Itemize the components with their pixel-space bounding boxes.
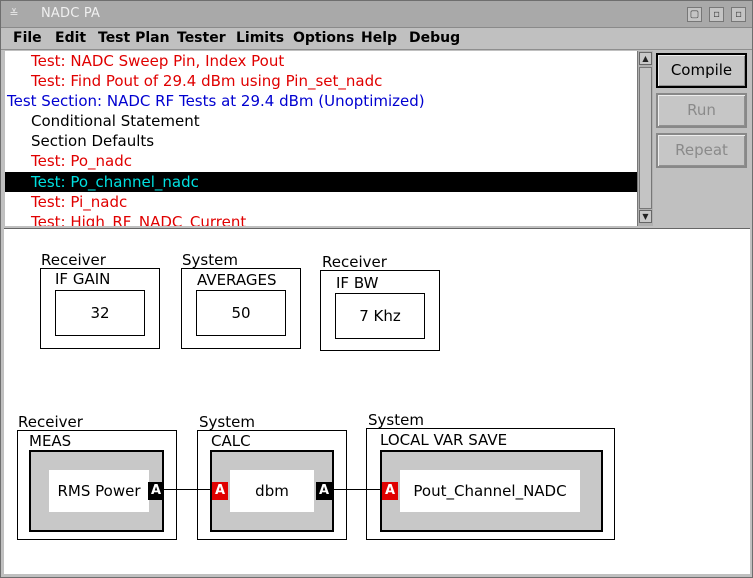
list-scrollbar[interactable]: ▲ ▼ xyxy=(637,51,653,226)
connection-wire xyxy=(333,489,381,490)
list-item[interactable]: Test: High_RF_NADC_Current xyxy=(5,212,637,226)
menu-debug[interactable]: Debug xyxy=(409,30,460,46)
if-gain-node[interactable]: IF GAIN 32 xyxy=(40,268,160,349)
compile-button[interactable]: Compile xyxy=(656,53,747,88)
output-port[interactable]: A xyxy=(316,482,332,500)
calc-node[interactable]: CALC A dbm A xyxy=(197,430,347,540)
local-var-save-label: Pout_Channel_NADC xyxy=(400,470,580,512)
test-plan-list[interactable]: Test: NADC Sweep Pin, Index Pout Test: F… xyxy=(5,51,637,226)
meas-label: RMS Power xyxy=(49,470,149,512)
restore-icon[interactable]: ▫ xyxy=(731,7,746,22)
connection-wire xyxy=(164,489,210,490)
list-item-label: Test: NADC Sweep Pin, Index Pout xyxy=(31,52,285,70)
averages-node[interactable]: AVERAGES 50 xyxy=(181,268,301,349)
node-category: System xyxy=(199,413,255,431)
node-category: Receiver xyxy=(18,413,83,431)
scroll-thumb[interactable] xyxy=(639,67,652,209)
list-item[interactable]: Test Section: NADC RF Tests at 29.4 dBm … xyxy=(5,91,637,111)
run-button[interactable]: Run xyxy=(656,93,747,128)
calc-label: dbm xyxy=(230,470,314,512)
input-port[interactable]: A xyxy=(382,482,398,500)
title-bar[interactable]: ≚ NADC PA ▢ ▫ ▫ xyxy=(1,1,752,28)
window-title: NADC PA xyxy=(41,6,101,21)
list-item-label: Section Defaults xyxy=(31,132,155,150)
list-item-label: Test: Po_channel_nadc xyxy=(31,173,199,191)
if-bw-node[interactable]: IF BW 7 Khz xyxy=(320,270,440,351)
local-var-save-node[interactable]: LOCAL VAR SAVE A Pout_Channel_NADC xyxy=(366,428,615,540)
list-item[interactable]: Test: NADC Sweep Pin, Index Pout xyxy=(5,51,637,71)
scroll-down-icon[interactable]: ▼ xyxy=(639,210,652,223)
list-item-label: Conditional Statement xyxy=(31,112,200,130)
list-item[interactable]: Section Defaults xyxy=(5,131,637,151)
list-item[interactable]: Test: Pi_nadc xyxy=(5,192,637,212)
menu-limits[interactable]: Limits xyxy=(236,30,284,46)
list-item[interactable]: Test: Po_nadc xyxy=(5,151,637,171)
repeat-button[interactable]: Repeat xyxy=(656,133,747,168)
scroll-up-icon[interactable]: ▲ xyxy=(639,52,652,65)
local-var-save-block[interactable]: A Pout_Channel_NADC xyxy=(380,450,603,532)
window-menu-icon[interactable]: ≚ xyxy=(7,7,21,21)
menu-edit[interactable]: Edit xyxy=(55,30,86,46)
node-title: CALC xyxy=(211,432,251,450)
list-item-label: Test: Pi_nadc xyxy=(31,193,128,211)
node-title: IF GAIN xyxy=(55,270,111,288)
meas-block[interactable]: RMS Power A xyxy=(29,450,164,532)
maximize-icon[interactable]: ▢ xyxy=(687,7,702,22)
list-item-label: Test: Find Pout of 29.4 dBm using Pin_se… xyxy=(31,72,383,90)
output-port[interactable]: A xyxy=(148,482,164,500)
input-port[interactable]: A xyxy=(212,482,228,500)
node-category: System xyxy=(182,251,238,269)
node-title: IF BW xyxy=(336,274,379,292)
menu-options[interactable]: Options xyxy=(293,30,354,46)
minimize-icon[interactable]: ▫ xyxy=(709,7,724,22)
meas-node[interactable]: MEAS RMS Power A xyxy=(17,430,177,540)
app-window: ≚ NADC PA ▢ ▫ ▫ File Edit Test Plan Test… xyxy=(0,0,753,578)
list-item[interactable]: Conditional Statement xyxy=(5,111,637,131)
list-item-label: Test: Po_nadc xyxy=(31,152,133,170)
node-title: MEAS xyxy=(29,432,72,450)
if-bw-value[interactable]: 7 Khz xyxy=(335,293,425,339)
calc-block[interactable]: A dbm A xyxy=(210,450,334,532)
list-item[interactable]: Test: Find Pout of 29.4 dBm using Pin_se… xyxy=(5,71,637,91)
menu-file[interactable]: File xyxy=(13,30,42,46)
list-item-selected[interactable]: Test: Po_channel_nadc xyxy=(5,172,637,192)
menu-tester[interactable]: Tester xyxy=(177,30,226,46)
list-item-label: Test Section: NADC RF Tests at 29.4 dBm … xyxy=(7,92,425,110)
menu-test-plan[interactable]: Test Plan xyxy=(98,30,170,46)
list-item-label: Test: High_RF_NADC_Current xyxy=(31,213,247,226)
menu-help[interactable]: Help xyxy=(361,30,397,46)
test-canvas[interactable]: Receiver IF GAIN 32 System AVERAGES 50 R… xyxy=(4,228,750,574)
averages-value[interactable]: 50 xyxy=(196,290,286,336)
if-gain-value[interactable]: 32 xyxy=(55,290,145,336)
node-category: Receiver xyxy=(322,253,387,271)
node-title: AVERAGES xyxy=(197,271,277,289)
node-category: Receiver xyxy=(41,251,106,269)
menu-bar: File Edit Test Plan Tester Limits Option… xyxy=(1,28,752,50)
node-category: System xyxy=(368,411,424,429)
node-title: LOCAL VAR SAVE xyxy=(380,431,508,449)
